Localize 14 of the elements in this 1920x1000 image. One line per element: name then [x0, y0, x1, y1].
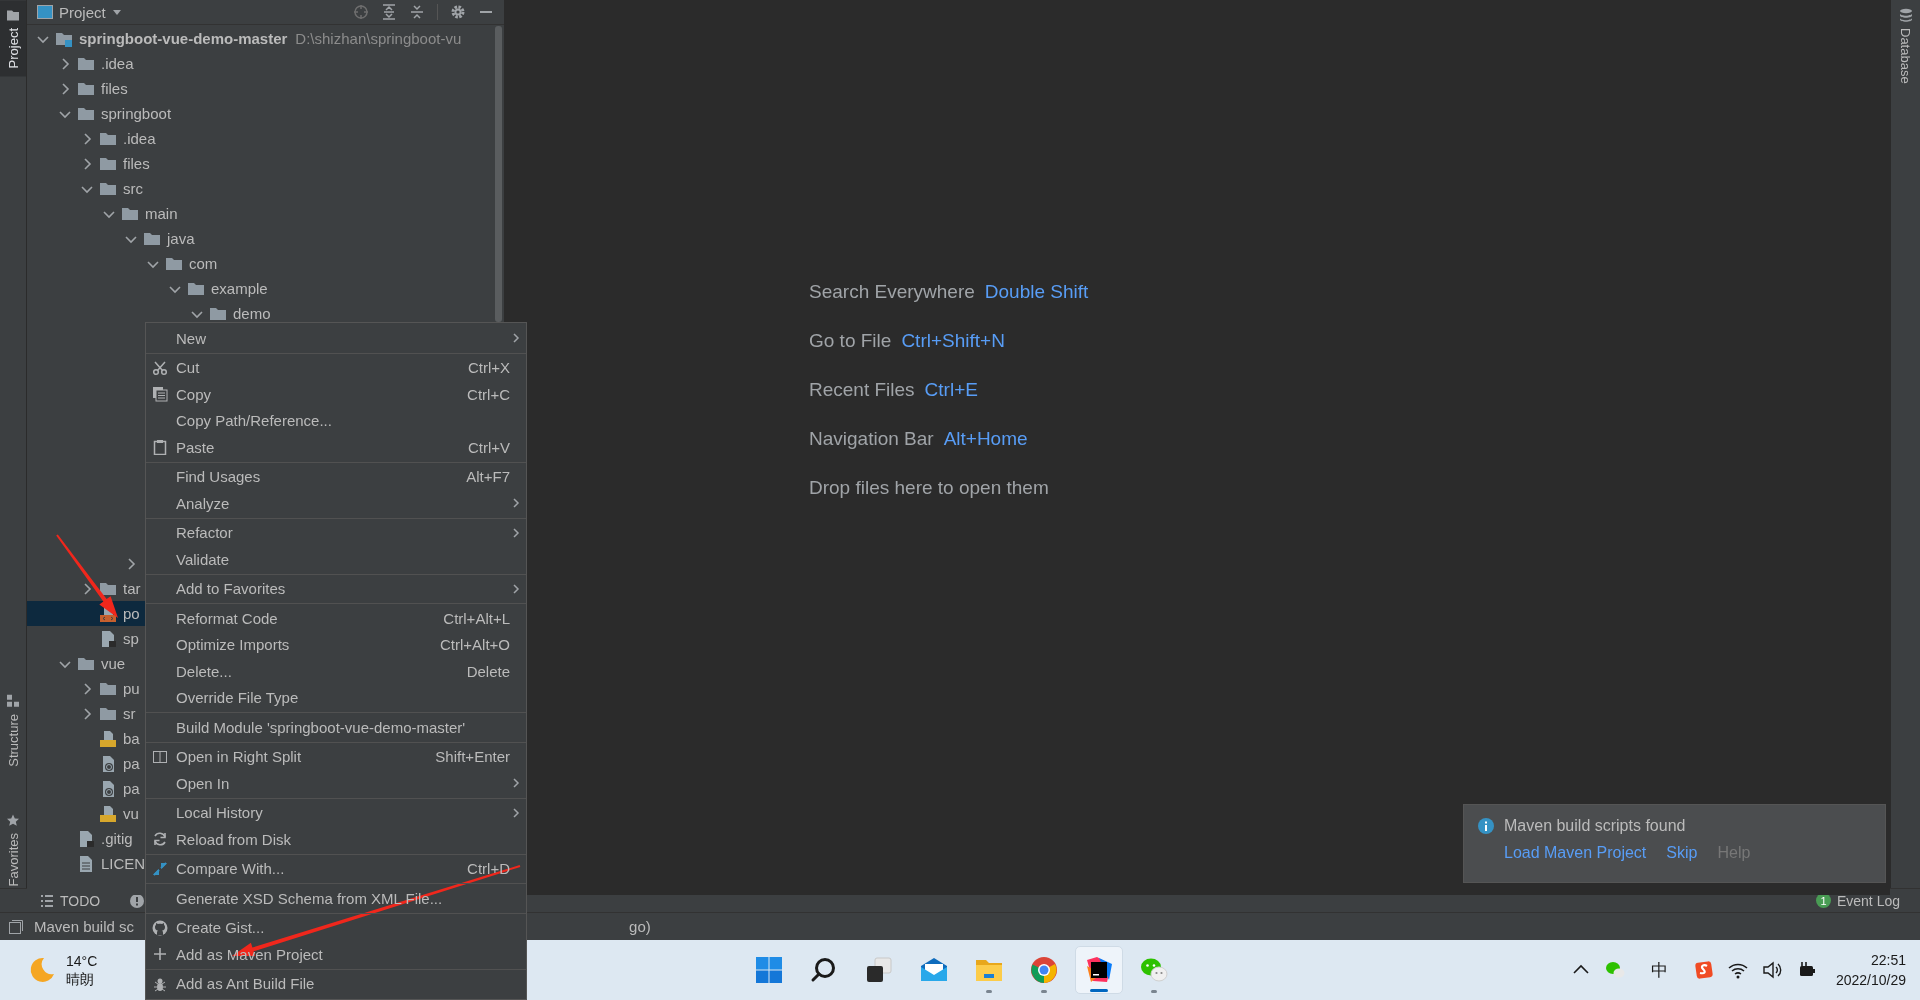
- shortcut-label: Ctrl+Shift+N: [901, 330, 1005, 352]
- shortcut-label: Double Shift: [984, 281, 1089, 303]
- hint-label: Recent Files: [809, 379, 915, 401]
- status-message: go): [629, 918, 651, 935]
- hint-label: Drop files here to open them: [809, 477, 1049, 499]
- status-message: Maven build sc: [34, 918, 135, 935]
- shortcut-label: Alt+Home: [943, 428, 1028, 450]
- notification-message: Maven build scripts found: [1504, 816, 1686, 835]
- temperature-label: 14°C: [66, 952, 98, 970]
- hint-label: Search Everywhere: [809, 281, 975, 303]
- shortcut-label: Ctrl+E: [924, 379, 978, 401]
- weather-label: 晴朗: [66, 970, 95, 988]
- hint-label: Go to File: [809, 330, 892, 352]
- hint-label: Navigation Bar: [809, 428, 934, 450]
